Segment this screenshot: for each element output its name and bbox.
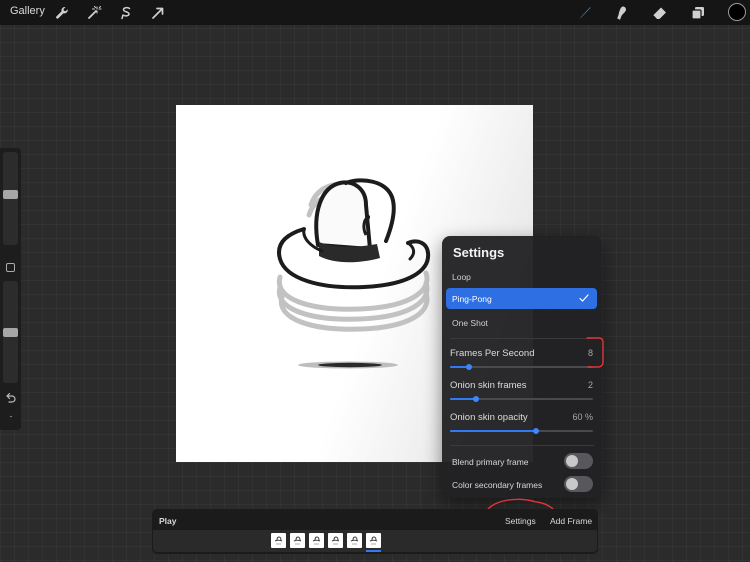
mode-one-shot-label: One Shot — [452, 318, 488, 328]
fps-slider-knob[interactable] — [465, 364, 472, 370]
wrench-icon[interactable] — [53, 4, 71, 22]
settings-popover: Settings Loop Ping-Pong One Shot Frames … — [442, 236, 602, 498]
onion-opacity-slider-knob[interactable] — [532, 428, 539, 434]
onion-frames-label: Onion skin frames — [450, 380, 527, 391]
blend-primary-toggle[interactable] — [564, 453, 593, 469]
mode-ping-pong-label: Ping-Pong — [452, 294, 492, 304]
mode-loop[interactable]: Loop — [446, 266, 597, 287]
animation-timeline: Play Settings Add Frame — [152, 509, 598, 554]
timeline-frame[interactable] — [290, 533, 305, 548]
color-secondary-toggle[interactable] — [564, 476, 593, 492]
onion-frames-value: 2 — [587, 380, 593, 390]
toggle-knob — [566, 455, 578, 467]
settings-title: Settings — [453, 245, 505, 260]
onion-frames-slider-knob[interactable] — [472, 396, 479, 402]
divider — [450, 445, 594, 446]
fps-label: Frames Per Second — [450, 348, 535, 359]
onion-opacity-slider[interactable] — [450, 428, 593, 434]
toggle-knob — [566, 478, 578, 490]
timeline-frame[interactable] — [328, 533, 343, 548]
add-frame-button[interactable]: Add Frame — [550, 516, 592, 526]
brush-icon[interactable] — [575, 4, 593, 22]
mode-ping-pong[interactable]: Ping-Pong — [446, 288, 597, 309]
timeline-frame[interactable] — [347, 533, 362, 548]
fps-value: 8 — [587, 348, 593, 358]
magic-wand-icon[interactable] — [85, 4, 103, 22]
brush-size-thumb[interactable] — [3, 189, 18, 199]
blend-primary-label: Blend primary frame — [452, 457, 529, 467]
hat-crown — [314, 180, 372, 251]
timeline-frame[interactable] — [309, 533, 324, 548]
timeline-frame[interactable] — [271, 533, 286, 548]
onion-opacity-slider-fill — [450, 430, 536, 432]
timeline-settings-button[interactable]: Settings — [505, 516, 536, 526]
frame-strip — [153, 530, 597, 552]
color-secondary-label: Color secondary frames — [452, 480, 543, 490]
mode-one-shot[interactable]: One Shot — [446, 312, 597, 333]
layers-icon[interactable] — [689, 4, 707, 22]
fps-slider[interactable] — [450, 364, 593, 370]
onion-opacity-value: 60 % — [572, 412, 593, 422]
onion-opacity-label: Onion skin opacity — [450, 412, 528, 423]
redo-icon[interactable] — [4, 410, 17, 423]
smudge-icon[interactable] — [612, 4, 630, 22]
opacity-thumb[interactable] — [3, 327, 18, 337]
divider — [450, 338, 594, 339]
mode-loop-label: Loop — [452, 272, 471, 282]
undo-icon[interactable] — [4, 391, 17, 404]
color-picker-button[interactable] — [728, 3, 746, 21]
eraser-icon[interactable] — [650, 4, 668, 22]
play-button[interactable]: Play — [159, 516, 177, 526]
selected-frame-indicator — [366, 550, 381, 552]
transform-arrow-icon[interactable] — [149, 4, 167, 22]
checkmark-icon — [579, 294, 589, 302]
selection-icon[interactable] — [117, 4, 135, 22]
gallery-button[interactable]: Gallery — [10, 5, 45, 17]
onion-frames-slider[interactable] — [450, 396, 593, 402]
timeline-frame[interactable] — [366, 533, 381, 548]
onion-frames-slider-fill — [450, 398, 476, 400]
top-toolbar: Gallery — [0, 0, 750, 25]
modify-button[interactable] — [6, 263, 15, 272]
hat-shadow — [318, 362, 382, 368]
left-sidebar — [0, 148, 21, 430]
